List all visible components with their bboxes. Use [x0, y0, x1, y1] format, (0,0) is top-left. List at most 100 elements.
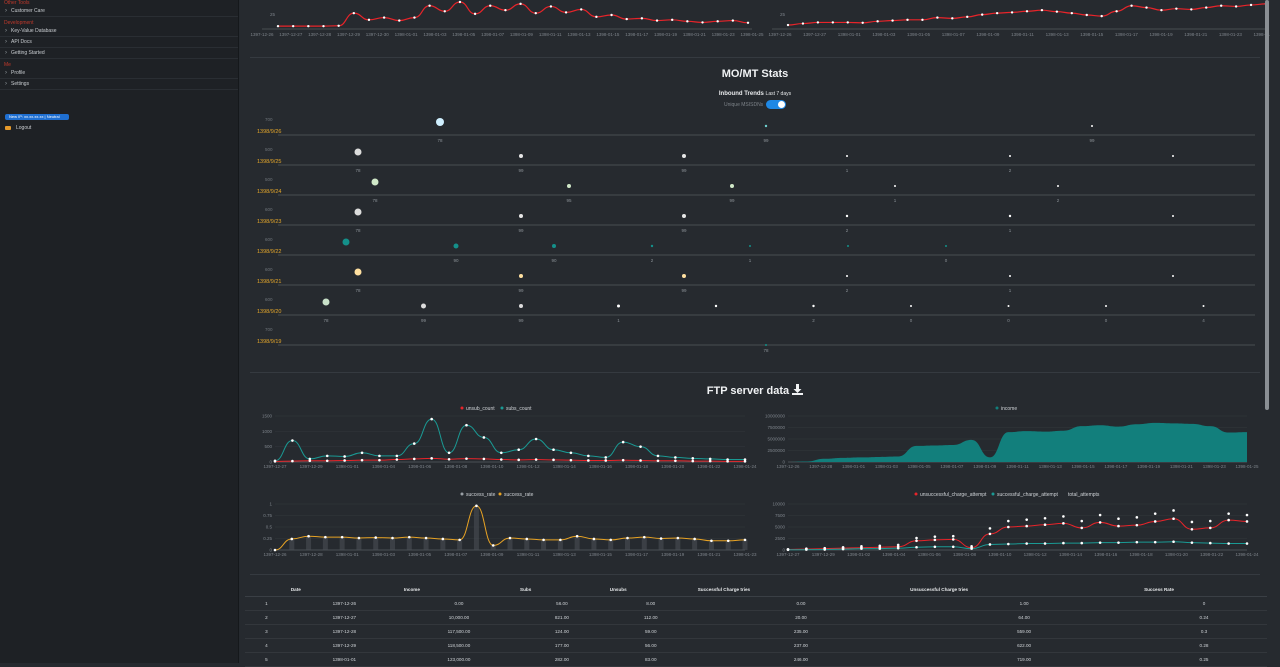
subs-x-tick: 1398-01-04: [372, 464, 396, 469]
unsubs-series-point: [447, 457, 451, 461]
bubble-row-tick: 700: [265, 117, 273, 122]
subs-series-point: [604, 456, 608, 459]
right-series-point: [1190, 8, 1193, 11]
rate-series-point: [743, 538, 747, 542]
bubble-label: 1: [617, 318, 620, 323]
subs-series-point: [639, 445, 642, 448]
right-x-tick: 1398-01-13: [1046, 32, 1070, 37]
succ-series-point: [988, 543, 992, 546]
succ-series-point: [951, 545, 955, 549]
total-series-point: [951, 534, 955, 538]
bubble-point: [1091, 125, 1093, 127]
table-header-cell[interactable]: Unsuccessful Charge tries: [907, 582, 1142, 597]
rate-y-tick: 0.75: [263, 513, 272, 518]
rate-x-tick: 1398-01-23: [733, 552, 757, 557]
table-header-cell[interactable]: Income: [400, 582, 518, 597]
total-series-point: [1025, 518, 1028, 521]
subs-series-point: [447, 451, 451, 455]
income-x-tick: 1398-01-11: [1006, 464, 1029, 469]
right-series-point: [995, 11, 999, 15]
bubble-point: [322, 298, 330, 306]
bubble-point: [1202, 305, 1205, 307]
bubble-label: 78: [437, 138, 443, 143]
total-series-point: [1172, 509, 1175, 512]
sidebar-item-profile[interactable]: › Profile: [0, 68, 238, 79]
chevron-right-icon: ›: [5, 8, 7, 14]
sidebar-item-key-value-database[interactable]: › Key-Value Database: [0, 26, 238, 37]
table-cell: 0.25: [1141, 652, 1267, 667]
table-row: 3 1397-12-28 117,500.00 124.00 59.00 235.00 55…: [245, 624, 1267, 639]
unique-msisdn-toggle[interactable]: [766, 100, 787, 109]
bubble-label: 78: [355, 228, 361, 233]
sidebar-item-customer-care[interactable]: › Customer Care: [0, 6, 238, 17]
table-header-cell[interactable]: Success Rate: [1141, 582, 1267, 597]
legend-label: success_rate: [466, 492, 496, 498]
table-header-cell[interactable]: Unsubs: [606, 582, 695, 597]
rate-x-tick: 1398-01-11: [517, 552, 540, 557]
table-header-cell[interactable]: Date: [287, 582, 401, 597]
rate-x-tick: 1398-01-19: [661, 552, 685, 557]
table-cell: 8.00: [606, 596, 695, 611]
right-series-point: [1234, 5, 1238, 8]
income-y-tick: 10000000: [765, 414, 786, 419]
unsucc-series-point: [1245, 520, 1249, 523]
charge-x-tick: 1398-01-04: [882, 552, 906, 557]
scrollbar[interactable]: [1265, 0, 1269, 410]
left-series-point: [534, 11, 537, 15]
main-content: 25 1397-12-26 1397-12-27 1397-12-28 1397-12-…: [240, 0, 1270, 667]
bubble-label: 99: [518, 168, 524, 173]
income-x-tick: 1398-01-01: [842, 464, 866, 469]
right-series-point: [1070, 11, 1074, 15]
subs-series-point: [430, 417, 433, 421]
new-ip-button[interactable]: New IP: xx.xx.xx.xx | Neutral: [5, 114, 69, 120]
table-header-cell[interactable]: Subs: [517, 582, 607, 597]
sidebar-item-settings[interactable]: › Settings: [0, 79, 238, 90]
subs-y-tick: 1000: [262, 429, 273, 434]
rate-x-tick: 1398-01-13: [553, 552, 577, 557]
unsucc-series-point: [1135, 523, 1139, 527]
chevron-right-icon: ›: [5, 39, 7, 45]
toggle-knob: [778, 101, 786, 108]
sidebar-item-api-docs[interactable]: › API Docs: [0, 37, 238, 48]
rate-series-point: [357, 536, 361, 540]
total-series-point: [841, 545, 845, 549]
download-icon[interactable]: [792, 384, 804, 395]
table-cell: 0: [1141, 596, 1267, 611]
bubble-row-tick: 700: [265, 327, 273, 332]
sidebar-item-getting-started[interactable]: › Getting Started: [0, 48, 238, 59]
table-body: 1 1397-12-26 0.00 56.00 8.00 0.00 1.00 0 2 1397-1…: [245, 596, 1267, 667]
bubble-point: [1057, 185, 1059, 187]
bubble-point: [682, 154, 686, 158]
logout-link[interactable]: Logout: [0, 124, 238, 132]
bubble-point: [519, 154, 523, 158]
unsubs-series-point: [430, 457, 433, 460]
bubble-label: 99: [518, 288, 524, 293]
succ-series-point: [1172, 540, 1175, 544]
total-series-point: [1208, 519, 1212, 523]
subs-x-tick: 1398-01-10: [480, 464, 504, 469]
succ-series-point: [933, 545, 937, 549]
table-cell: 0.00: [694, 596, 908, 611]
left-x-tick: 1398-01-25: [740, 32, 764, 37]
charge-x-tick: 1398-01-12: [1024, 552, 1048, 557]
table-header-cell[interactable]: [245, 582, 288, 597]
bubble-row-tick: 600: [265, 297, 273, 302]
table-header-cell[interactable]: Successful Charge tries: [694, 582, 908, 597]
bubble-point: [519, 274, 523, 278]
bubble-row-date: 1398/9/26: [257, 129, 281, 135]
bubble-row-tick: 600: [265, 267, 273, 272]
right-series-point: [1025, 10, 1029, 13]
bubble-row-tick: 500: [265, 177, 273, 182]
bubble-point: [714, 304, 718, 308]
unsubs-series-point: [343, 459, 346, 462]
succ-series-point: [1208, 541, 1212, 545]
right-x-tick: 1398-01-21: [1184, 32, 1208, 37]
bubble-point: [945, 245, 947, 247]
table-cell: 622.00: [907, 638, 1142, 653]
sidebar: Other Tools › Customer Care Development …: [0, 0, 239, 663]
rate-series-point: [324, 535, 327, 539]
income-y-tick: 5000000: [767, 437, 785, 442]
left-series-point: [504, 8, 507, 12]
table-cell: 1: [245, 596, 288, 611]
subs-series-point: [691, 457, 695, 460]
